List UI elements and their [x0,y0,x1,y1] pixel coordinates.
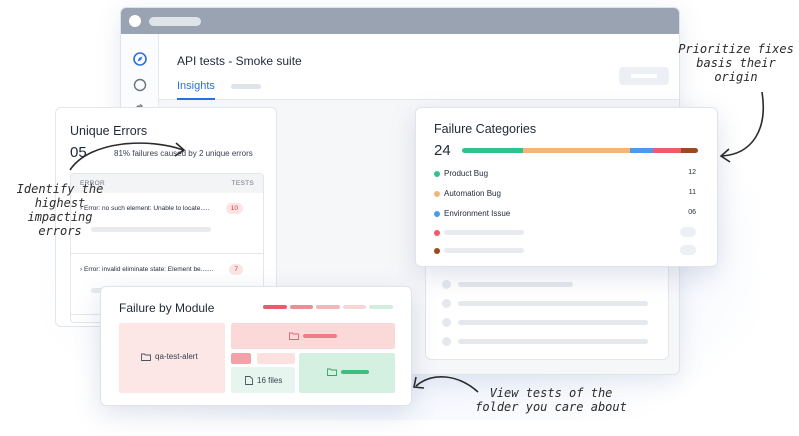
category-distribution-bar [462,148,698,153]
module-tile[interactable] [257,353,295,364]
test-count-badge: 7 [229,264,243,275]
category-bar-segment [681,148,698,153]
category-row-placeholder[interactable] [434,227,696,239]
folder-icon [141,353,151,361]
failure-by-module-title: Failure by Module [119,301,215,315]
tab-placeholder[interactable] [231,84,261,89]
title-bar [121,8,679,34]
error-message: › Error: invalid eliminate state: Elemen… [80,266,214,273]
header-action-button[interactable] [619,67,669,85]
unique-errors-title: Unique Errors [70,124,148,138]
annotation-top-right: Prioritize fixes basis their origin [678,42,794,84]
placeholder-pill [680,227,696,237]
module-tile-qa-test-alert[interactable]: qa-test-alert [119,323,225,393]
category-color-dot [434,191,440,197]
category-label: Environment Issue [444,209,511,218]
tile-label [327,368,369,376]
legend-segment [316,305,340,309]
placeholder-dot [442,280,451,289]
module-legend [263,305,393,309]
placeholder-line [341,370,369,374]
chevron-right-icon: › [80,266,83,273]
category-color-dot [434,171,440,177]
module-tile[interactable] [231,353,251,364]
folder-icon [289,332,299,340]
placeholder-line [458,339,648,344]
placeholder-line [458,301,648,306]
failure-by-module-card: Failure by Module qa-test-alert 16 files [100,286,412,406]
placeholder-line [458,320,648,325]
page-header: API tests - Smoke suite Insights [159,34,679,100]
annotation-bottom: View tests of the folder you care about [475,386,627,414]
circle-icon[interactable] [133,78,147,92]
placeholder-line [444,248,524,253]
category-value: 12 [688,169,696,176]
category-bar-segment [653,148,682,153]
tab-insights[interactable]: Insights [177,80,215,100]
test-count-badge: 10 [225,203,243,214]
category-color-dot [434,211,440,217]
category-row-product-bug[interactable]: Product Bug 12 [434,168,696,180]
category-bar-segment [629,148,654,153]
category-row-automation-bug[interactable]: Automation Bug 11 [434,188,696,200]
category-label: Product Bug [444,169,489,178]
tile-label: 16 files [245,376,282,385]
failure-categories-title: Failure Categories [434,122,537,136]
placeholder-line [303,334,337,338]
module-tile[interactable] [299,353,395,393]
placeholder-dot [442,299,451,308]
legend-segment [369,305,393,309]
legend-segment [289,305,314,309]
placeholder-panel [425,260,669,360]
compass-icon[interactable] [133,52,147,66]
failure-categories-total: 24 [434,142,451,159]
folder-icon [327,368,337,376]
annotation-left: Identify the highest impacting errors [16,182,104,238]
failure-categories-card: Failure Categories 24 Product Bug 12 Aut… [415,107,718,267]
module-tile-files[interactable]: 16 files [231,367,295,393]
placeholder-line [458,282,573,287]
placeholder-dot [442,337,451,346]
category-row-environment-issue[interactable]: Environment Issue 06 [434,208,696,220]
category-value: 11 [688,189,696,196]
title-placeholder [149,16,201,26]
tile-label [289,332,337,340]
unique-errors-count: 05 [70,144,87,161]
window-dot [129,15,141,27]
category-value: 06 [688,209,696,216]
file-icon [245,376,253,385]
category-row-placeholder[interactable] [434,245,696,257]
category-color-dot [434,230,440,236]
category-bar-segment [523,148,630,153]
tile-label: qa-test-alert [141,352,198,361]
legend-segment [342,305,367,309]
category-label: Automation Bug [444,189,501,198]
placeholder-pill [680,245,696,255]
legend-segment [263,305,287,309]
unique-errors-summary: 81% failures caused by 2 unique errors [114,149,253,158]
placeholder-line [444,230,524,235]
module-tile[interactable] [231,323,395,349]
column-header-tests: TESTS [231,180,254,187]
page-title: API tests - Smoke suite [177,54,302,68]
category-bar-segment [462,148,524,153]
category-color-dot [434,248,440,254]
placeholder-dot [442,318,451,327]
